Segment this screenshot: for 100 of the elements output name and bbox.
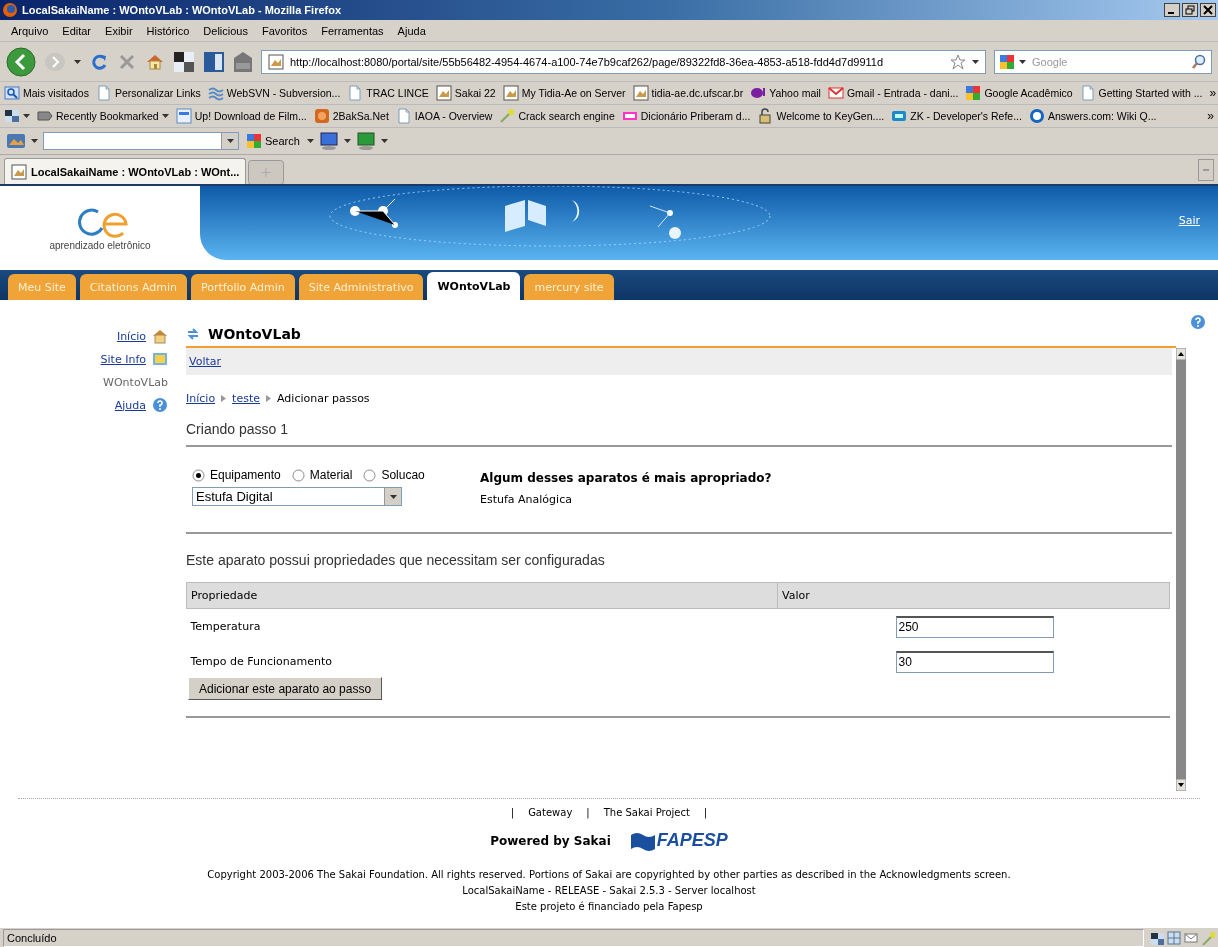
bookmark[interactable]: Gmail - Entrada - dani... (846, 87, 959, 99)
caret-icon[interactable] (23, 114, 30, 118)
image-icon (632, 85, 649, 101)
menu-item[interactable]: Ferramentas (314, 24, 391, 37)
bookmark[interactable]: Getting Started with ... (1098, 87, 1203, 99)
caret-icon[interactable] (306, 139, 314, 143)
menu-item[interactable]: Delicious (196, 24, 255, 37)
address-field[interactable]: http://localhost:8080/portal/site/55b56482-4954-4674-a100-74e7b9caf262/page/89322fd8-36ea-4853-a518-fdd4d7d9911d (261, 49, 986, 74)
radio-button[interactable] (291, 468, 305, 482)
input-field[interactable]: 30 (895, 650, 1054, 673)
bookmark[interactable]: Yahoo mail (769, 87, 821, 99)
bookmark[interactable]: Mais visitados (23, 87, 89, 99)
bookmark[interactable]: Crack search engine (518, 110, 615, 122)
breadcrumb-link[interactable]: teste (232, 391, 260, 405)
menu-item[interactable]: Exibir (98, 24, 140, 37)
scroll-up-button[interactable] (1176, 348, 1186, 360)
wand-icon (499, 108, 516, 124)
footer-text: Este projeto é financiado pela Fapesp (515, 900, 703, 914)
add-button[interactable]: Adicionar este aparato ao passo (188, 677, 383, 700)
sidebar-link[interactable]: Início (116, 329, 146, 343)
radio-label[interactable]: Equipamento (210, 468, 281, 482)
menu-item[interactable]: Favoritos (255, 24, 315, 37)
site-tab[interactable]: WOntoVLab (427, 272, 521, 300)
sidebar-link[interactable]: Ajuda (114, 398, 146, 412)
back-link[interactable]: Voltar (189, 355, 222, 368)
caret-icon[interactable] (74, 59, 81, 64)
caret-icon[interactable] (1019, 59, 1026, 64)
bookmark[interactable]: ZK - Developer's Refe... (910, 110, 1022, 122)
caret-icon[interactable] (389, 494, 397, 499)
bookmark[interactable]: Recently Bookmarked (56, 110, 159, 122)
caret-icon[interactable] (343, 139, 351, 143)
browser-tab[interactable]: LocalSakaiName : WOntoVLab : WOnt... (4, 158, 247, 184)
bookmark[interactable]: TRAC LINCE (366, 87, 429, 99)
bookmark[interactable]: Answers.com: Wiki Q... (1047, 110, 1157, 122)
restore-button[interactable] (1182, 3, 1198, 17)
help-icon (152, 397, 168, 413)
bookmark[interactable]: Up! Download de Film... (194, 110, 307, 122)
page-icon (395, 108, 412, 124)
more-bookmarks[interactable]: » (1207, 109, 1214, 123)
menu-item[interactable]: Editar (55, 24, 99, 37)
radio-button[interactable] (363, 468, 377, 482)
sidebar-link[interactable]: Site Info (100, 352, 146, 366)
combo-field[interactable] (43, 132, 239, 150)
caret-icon[interactable] (380, 139, 388, 143)
scrollbar[interactable] (1176, 348, 1186, 791)
engine-icon[interactable] (999, 53, 1015, 70)
bookmark[interactable]: Sakai 22 (454, 87, 496, 99)
caret-icon[interactable] (161, 114, 169, 118)
tiles-icon[interactable] (1150, 930, 1164, 945)
page-icon (347, 85, 364, 101)
magnifier-icon (4, 85, 20, 101)
more-bookmarks[interactable]: » (1209, 86, 1217, 100)
footer-link[interactable]: Gateway (528, 807, 573, 818)
breadcrumb-link[interactable]: Início (186, 391, 216, 405)
help-icon[interactable] (1190, 314, 1206, 330)
tag-icon[interactable] (233, 50, 253, 73)
radio-label[interactable]: Material (309, 468, 353, 482)
scroll-down-button[interactable] (1176, 779, 1186, 791)
search-icon[interactable] (1191, 53, 1207, 70)
bookmark[interactable]: My Tidia-Ae on Server (521, 87, 626, 99)
minimize-button[interactable] (1164, 3, 1180, 17)
window-title: LocalSakaiName : WOntoVLab : WOntoVLab - Mozilla Firefox (22, 4, 343, 16)
bookmark[interactable]: Personalizar Links (114, 87, 201, 99)
image-icon (268, 53, 284, 70)
bookmark[interactable]: IAOA - Overview (414, 110, 493, 122)
envelope-icon[interactable] (1184, 930, 1198, 945)
bookmark[interactable]: Google Acadêmico (984, 87, 1073, 99)
monitor-icon[interactable] (355, 132, 376, 150)
panel-icon[interactable] (203, 50, 225, 73)
caret-icon[interactable] (226, 139, 234, 143)
close-button[interactable] (1200, 3, 1216, 17)
bookmark[interactable]: Dicionário Priberam d... (640, 110, 751, 122)
input-field[interactable]: 250 (895, 615, 1054, 638)
circle-icon (1028, 108, 1045, 124)
footer-link[interactable]: The Sakai Project (603, 807, 690, 818)
caret-icon[interactable] (31, 139, 38, 143)
powered-by-text: Powered by Sakai (490, 833, 611, 848)
separator: | (703, 807, 708, 818)
radio-label[interactable]: Solucao (381, 468, 425, 482)
bookmark[interactable]: tidia-ae.dc.ufscar.br (651, 87, 744, 99)
bookmark[interactable]: WebSVN - Subversion... (226, 87, 341, 99)
back-button[interactable] (6, 46, 36, 77)
menu-item[interactable]: Histórico (139, 24, 197, 37)
caret-icon[interactable] (972, 59, 979, 64)
logout-link[interactable]: Sair (1178, 214, 1200, 227)
dropdown[interactable]: Estufa Digital (192, 487, 402, 506)
sidebar-item[interactable]: WOntoVLab (103, 375, 168, 389)
monitor-icon[interactable] (318, 132, 339, 150)
page-icon (95, 85, 112, 101)
search-field[interactable]: Google (994, 49, 1212, 74)
bookmark[interactable]: Welcome to KeyGen.... (776, 110, 885, 122)
menu-item[interactable]: Arquivo (4, 24, 56, 37)
toolbar-icon[interactable] (6, 132, 26, 150)
bookmark[interactable]: 2BakSa.Net (332, 110, 389, 122)
menu-item[interactable]: Ajuda (390, 24, 433, 37)
tiles-icon[interactable] (173, 50, 195, 73)
radio-button[interactable] (192, 468, 205, 482)
star-icon[interactable] (950, 53, 966, 70)
browser-logo-icon (2, 2, 18, 18)
search-button[interactable]: Search (244, 133, 302, 149)
